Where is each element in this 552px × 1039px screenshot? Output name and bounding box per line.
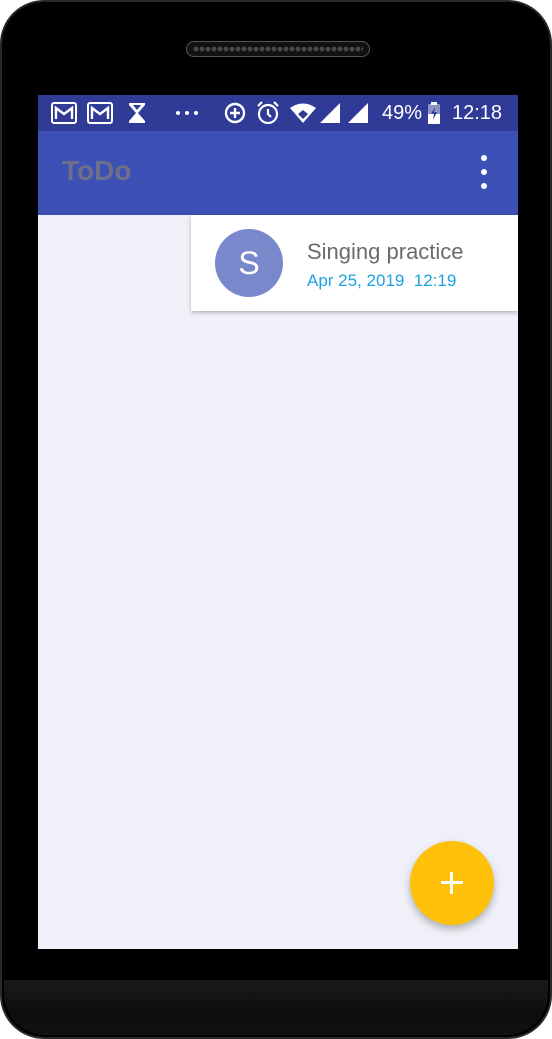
hourglass-icon	[127, 95, 147, 131]
earpiece-speaker	[186, 41, 370, 57]
gmail-icon	[51, 95, 77, 131]
todo-datetime: Apr 25, 2019 12:19	[307, 271, 457, 290]
more-vert-icon[interactable]	[470, 151, 498, 193]
data-saver-icon	[223, 95, 247, 131]
more-notifications-icon	[175, 95, 201, 131]
phone-frame: 49% 12:18 ToDo S Singing practice Apr 25…	[0, 0, 552, 1039]
phone-chin	[4, 980, 548, 1035]
battery-icon	[427, 95, 441, 131]
battery-percentage: 49%	[382, 101, 423, 124]
app-bar: ToDo	[38, 131, 518, 215]
status-time: 12:18	[452, 101, 503, 124]
add-todo-button[interactable]	[410, 841, 494, 925]
todo-list-item[interactable]: S Singing practice Apr 25, 2019 12:19	[191, 215, 518, 311]
app-title: ToDo	[62, 155, 132, 186]
wifi-icon	[289, 95, 317, 131]
avatar: S	[215, 229, 283, 297]
app-screen: 49% 12:18 ToDo S Singing practice Apr 25…	[38, 95, 518, 949]
gmail-icon	[87, 95, 113, 131]
cell-signal-icon	[319, 95, 341, 131]
todo-title: Singing practice	[307, 239, 464, 264]
alarm-icon	[255, 95, 281, 131]
status-bar: 49% 12:18	[38, 95, 518, 131]
cell-signal-icon	[347, 95, 369, 131]
